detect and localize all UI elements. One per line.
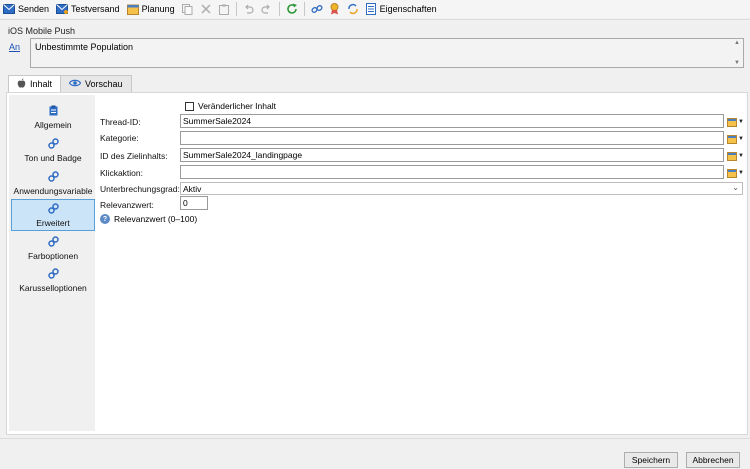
- test-send-label: Testversand: [71, 4, 120, 14]
- calendar-icon: [727, 168, 737, 178]
- chevron-down-icon: ▼: [738, 119, 744, 125]
- redo-icon[interactable]: [261, 3, 273, 15]
- properties-label: Eigenschaften: [379, 4, 437, 14]
- toolbar: Senden Testversand Planung Eigenschaften: [0, 0, 750, 18]
- category-input[interactable]: [180, 131, 724, 145]
- envelope-icon: [3, 3, 15, 15]
- sidebar-item-label: Anwendungsvariable: [13, 185, 93, 196]
- target-content-picker[interactable]: ▼: [727, 150, 745, 162]
- sidebar-item-label: Karusselloptionen: [19, 282, 87, 293]
- population-field[interactable]: Unbestimmte Population ▲ ▼: [30, 38, 744, 68]
- page-title: iOS Mobile Push: [8, 26, 76, 36]
- sidebar-item-advanced[interactable]: Erweitert: [11, 199, 95, 231]
- advanced-form: Veränderlicher Inhalt Thread-ID: SummerS…: [99, 93, 749, 436]
- content-panel: Allgemein Ton und Badge Anwendungsvariab…: [6, 92, 748, 435]
- sidebar: Allgemein Ton und Badge Anwendungsvariab…: [9, 95, 95, 431]
- thread-id-label: Thread-ID:: [100, 117, 141, 127]
- tab-bar: Inhalt Vorschau: [8, 75, 132, 92]
- gears-icon: [47, 170, 59, 184]
- test-envelope-icon: [56, 3, 69, 15]
- sidebar-item-sound-badge[interactable]: Ton und Badge: [11, 134, 95, 166]
- population-scrollbar[interactable]: ▲ ▼: [733, 40, 741, 66]
- thread-id-input[interactable]: SummerSale2024: [180, 114, 724, 128]
- interruption-label: Unterbrechungsgrad:: [100, 184, 180, 194]
- category-picker[interactable]: ▼: [727, 133, 745, 145]
- paste-icon[interactable]: [218, 3, 230, 15]
- target-content-input[interactable]: SummerSale2024_landingpage: [180, 148, 724, 162]
- tab-preview[interactable]: Vorschau: [60, 75, 132, 92]
- relevance-label: Relevanzwert:: [100, 200, 154, 210]
- award-icon[interactable]: [329, 3, 341, 15]
- sidebar-item-general[interactable]: Allgemein: [11, 101, 95, 133]
- sidebar-item-app-variable[interactable]: Anwendungsvariable: [11, 167, 95, 199]
- calendar-icon: [727, 117, 737, 127]
- test-send-button[interactable]: Testversand: [56, 1, 120, 17]
- gears-icon: [47, 202, 59, 216]
- population-value: Unbestimmte Population: [35, 42, 134, 52]
- calendar-icon: [126, 3, 139, 15]
- toolbar-separator: [278, 2, 280, 16]
- calendar-icon: [727, 134, 737, 144]
- tab-preview-label: Vorschau: [85, 79, 123, 89]
- properties-button[interactable]: Eigenschaften: [365, 1, 437, 17]
- thread-id-picker[interactable]: ▼: [727, 116, 745, 128]
- interruption-select[interactable]: Aktiv ⌄: [180, 182, 743, 195]
- apple-icon: [17, 78, 26, 90]
- undo-icon[interactable]: [243, 3, 255, 15]
- target-content-label: ID des Zielinhalts:: [100, 151, 168, 161]
- send-button[interactable]: Senden: [3, 1, 49, 17]
- chevron-down-icon: ▼: [738, 136, 744, 142]
- chevron-down-icon: ▼: [738, 170, 744, 176]
- interruption-value: Aktiv: [183, 184, 202, 194]
- tab-content-label: Inhalt: [30, 79, 53, 89]
- sidebar-item-label: Farboptionen: [27, 250, 79, 261]
- planning-label: Planung: [141, 4, 175, 14]
- sidebar-item-label: Ton und Badge: [24, 152, 82, 163]
- save-button[interactable]: Speichern: [624, 452, 678, 468]
- chevron-down-icon: ⌄: [732, 183, 739, 192]
- toolbar-separator: [235, 2, 237, 16]
- sidebar-item-color-options[interactable]: Farboptionen: [11, 232, 95, 264]
- calendar-icon: [727, 151, 737, 161]
- gears-icon: [47, 235, 59, 249]
- relevance-input[interactable]: 0: [180, 196, 208, 210]
- link-icon[interactable]: [311, 3, 323, 15]
- properties-icon: [365, 3, 377, 15]
- help-icon: ?: [100, 214, 110, 224]
- sidebar-item-label: Allgemein: [34, 119, 72, 130]
- click-action-picker[interactable]: ▼: [727, 167, 745, 179]
- clipboard-icon: [48, 105, 59, 118]
- send-label: Senden: [18, 4, 50, 14]
- copy-icon[interactable]: [182, 3, 194, 15]
- chevron-down-icon: ▼: [738, 153, 744, 159]
- delete-icon[interactable]: [200, 3, 212, 15]
- planning-button[interactable]: Planung: [126, 1, 175, 17]
- gears-icon: [47, 137, 59, 151]
- divider: [0, 438, 750, 439]
- click-action-label: Klickaktion:: [100, 168, 143, 178]
- eye-icon: [68, 79, 82, 89]
- divider: [0, 19, 750, 20]
- scroll-down-icon[interactable]: ▼: [734, 60, 740, 66]
- cancel-button[interactable]: Abbrechen: [686, 452, 740, 468]
- gears-icon: [47, 267, 59, 281]
- tab-content[interactable]: Inhalt: [8, 75, 62, 92]
- scroll-up-icon[interactable]: ▲: [734, 40, 740, 46]
- sidebar-item-carousel-options[interactable]: Karusselloptionen: [11, 264, 95, 296]
- variable-content-label: Veränderlicher Inhalt: [198, 101, 276, 111]
- click-action-input[interactable]: [180, 165, 724, 179]
- toolbar-separator: [303, 2, 305, 16]
- category-label: Kategorie:: [100, 133, 139, 143]
- to-link[interactable]: An: [9, 42, 20, 52]
- refresh-icon[interactable]: [286, 3, 298, 15]
- relevance-help-text: Relevanzwert (0–100): [114, 214, 198, 224]
- sync-icon[interactable]: [347, 3, 359, 15]
- sidebar-item-label: Erweitert: [36, 217, 70, 228]
- variable-content-checkbox[interactable]: [185, 102, 194, 111]
